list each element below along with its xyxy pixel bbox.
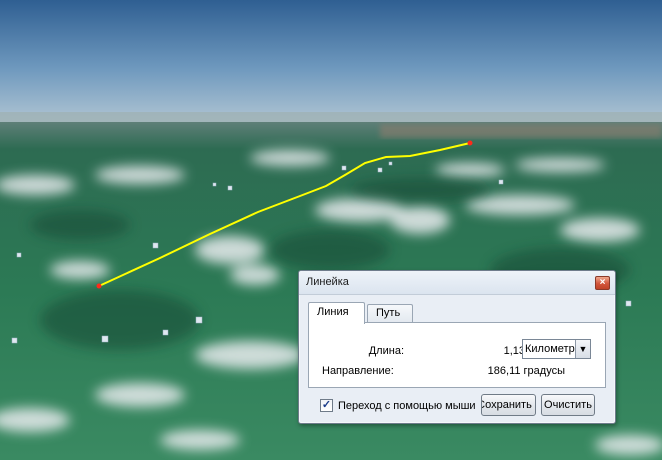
direction-value: 186,11 градусы [487, 365, 565, 377]
horizon-town [380, 124, 662, 138]
tab-line[interactable]: Линия [308, 302, 365, 324]
measurement-end-point[interactable] [467, 140, 473, 146]
sky [0, 0, 662, 125]
unit-select[interactable]: Километры ▼ [522, 339, 591, 359]
ruler-dialog: Линейка × Линия Путь Длина: 1,13 Километ… [298, 270, 616, 424]
direction-label: Направление: [322, 365, 394, 377]
clear-button[interactable]: Очистить [541, 394, 595, 416]
mouse-navigation-label[interactable]: Переход с помощью мыши [338, 400, 476, 412]
mouse-navigation-checkbox[interactable]: ✓ [320, 399, 333, 412]
dialog-titlebar[interactable]: Линейка × [299, 271, 615, 295]
measurement-start-point[interactable] [96, 283, 102, 289]
length-label: Длина: [368, 345, 404, 357]
tab-path[interactable]: Путь [367, 304, 413, 323]
dialog-title: Линейка [306, 276, 349, 288]
tab-panel-line: Длина: 1,13 Километры ▼ Направление: 186… [308, 322, 606, 388]
dropdown-arrow-icon[interactable]: ▼ [575, 340, 590, 358]
unit-select-value: Километры [525, 343, 583, 355]
close-icon[interactable]: × [595, 276, 610, 290]
save-button[interactable]: Сохранить [481, 394, 536, 416]
